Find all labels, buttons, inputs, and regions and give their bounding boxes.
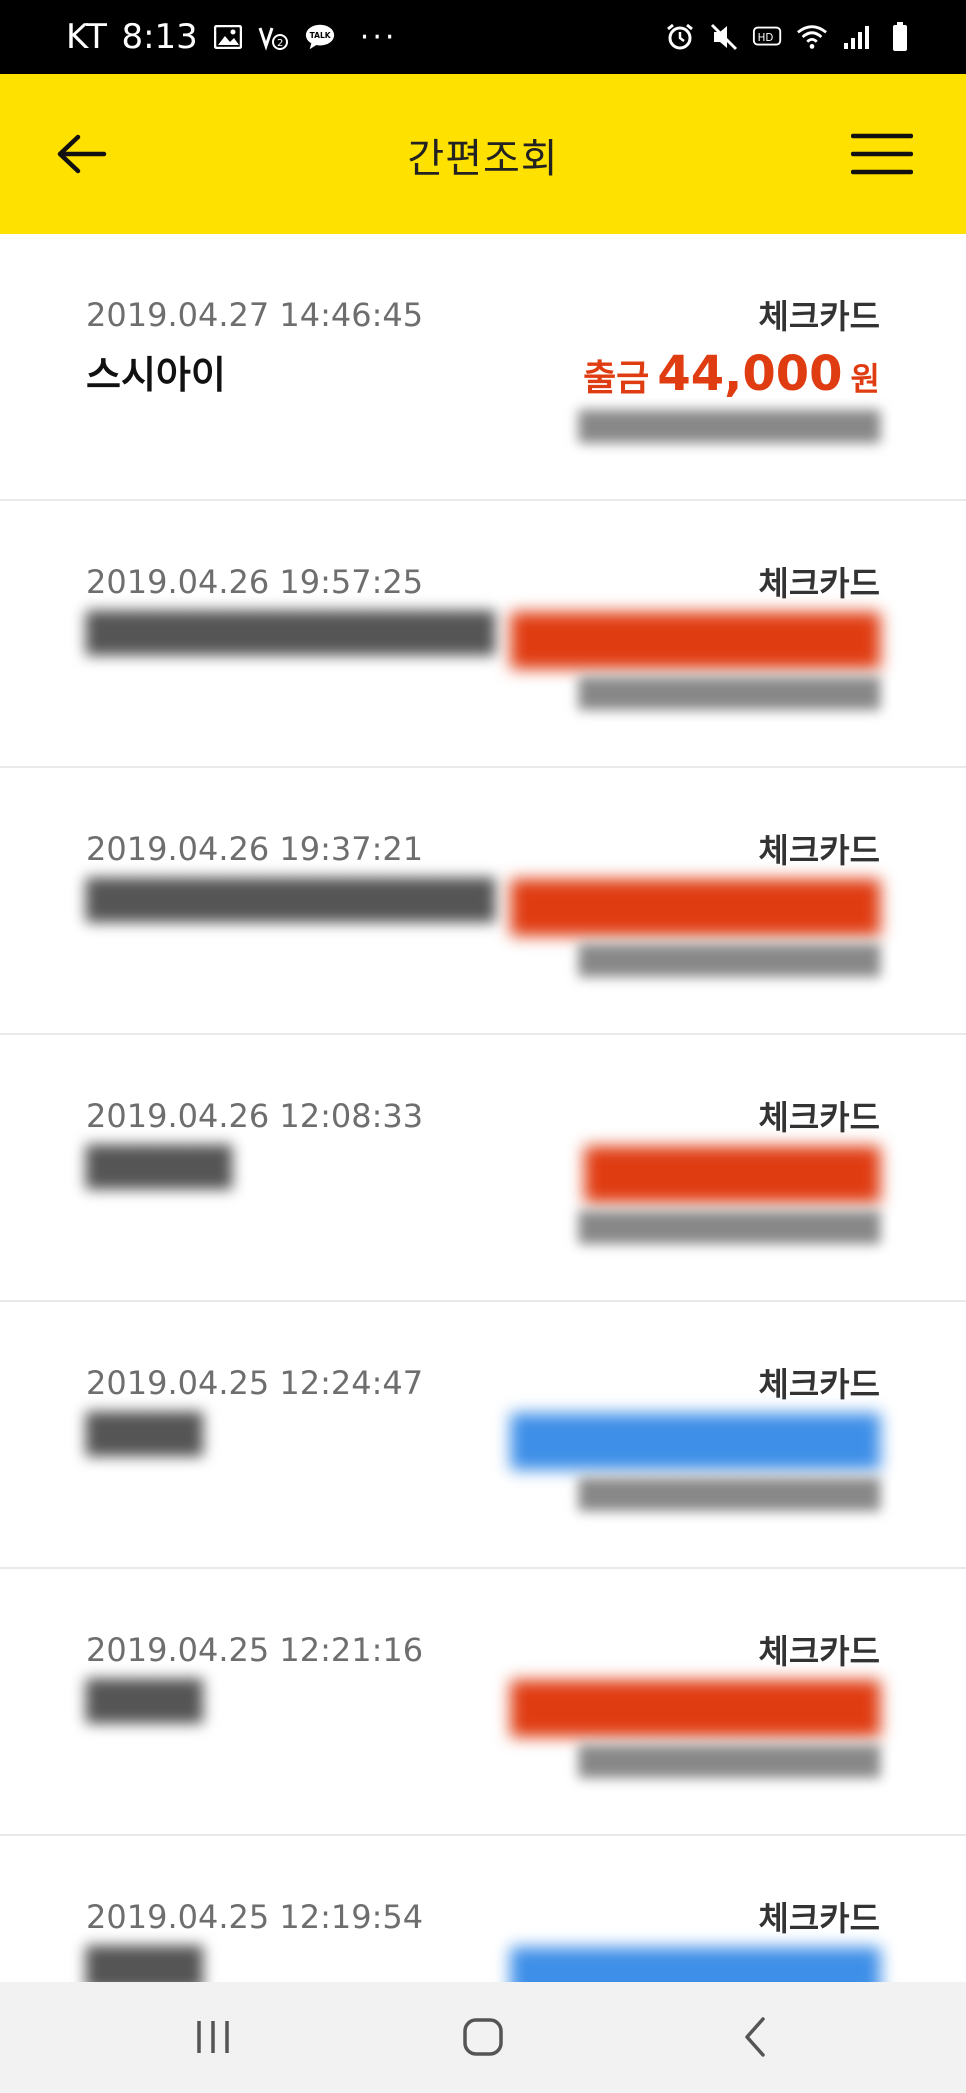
home-icon bbox=[463, 2018, 503, 2056]
balance-redacted: ██████████████ bbox=[578, 944, 880, 977]
back-icon bbox=[745, 2017, 765, 2057]
amount-redacted: ██████████ bbox=[510, 613, 880, 669]
svg-text:HD: HD bbox=[758, 32, 774, 44]
card-type-label: 체크카드 bbox=[758, 831, 880, 870]
signal-icon bbox=[840, 21, 872, 53]
merchant-redacted: ██████████████ bbox=[86, 878, 496, 922]
merchant-redacted: ████ bbox=[86, 1679, 203, 1723]
app-header: 간편조회 bbox=[0, 74, 966, 234]
wifi-icon bbox=[796, 21, 828, 53]
amount-redacted: ████████ bbox=[584, 1147, 880, 1203]
transaction-merchant: 스시아이 bbox=[86, 353, 226, 397]
merchant-redacted: ████ bbox=[86, 1412, 203, 1456]
card-type-label: 체크카드 bbox=[758, 564, 880, 603]
transaction-row[interactable]: 2019.04.26 19:37:21 ██████████████ 체크카드 … bbox=[0, 768, 966, 1035]
mute-icon bbox=[708, 21, 740, 53]
balance-redacted: ██████████████ bbox=[578, 1745, 880, 1778]
amount-redacted: ██████████ bbox=[510, 1414, 880, 1470]
transaction-row[interactable]: 2019.04.25 12:19:54 ████ 체크카드 ██████████… bbox=[0, 1836, 966, 1982]
transaction-date: 2019.04.26 12:08:33 bbox=[86, 1097, 424, 1135]
status-left: KT 8:13 2 TALK ··· bbox=[66, 0, 397, 74]
transaction-date: 2019.04.25 12:21:16 bbox=[86, 1631, 424, 1669]
transaction-kind: 출금 bbox=[583, 358, 650, 399]
gallery-icon bbox=[212, 21, 244, 53]
home-button[interactable] bbox=[438, 2002, 528, 2072]
amount-redacted: ██████████ bbox=[510, 1681, 880, 1737]
svg-text:2: 2 bbox=[277, 38, 283, 49]
battery-icon bbox=[884, 21, 916, 53]
alarm-icon bbox=[664, 21, 696, 53]
balance-redacted: ██████████████ bbox=[578, 410, 880, 443]
vowifi-icon: 2 bbox=[258, 21, 290, 53]
balance-redacted: ██████████████ bbox=[578, 1211, 880, 1244]
svg-text:TALK: TALK bbox=[309, 31, 331, 40]
transaction-row[interactable]: 2019.04.26 12:08:33 █████ 체크카드 ████████ … bbox=[0, 1035, 966, 1302]
amount-value: 44,000 bbox=[657, 346, 843, 402]
card-type-label: 체크카드 bbox=[758, 1098, 880, 1137]
hd-icon: HD bbox=[752, 21, 784, 53]
transaction-date: 2019.04.26 19:57:25 bbox=[86, 563, 424, 601]
transaction-date: 2019.04.25 12:24:47 bbox=[86, 1364, 424, 1402]
recent-apps-icon bbox=[197, 2021, 229, 2053]
card-type-label: 체크카드 bbox=[758, 297, 880, 336]
card-type-label: 체크카드 bbox=[758, 1365, 880, 1404]
transaction-date: 2019.04.26 19:37:21 bbox=[86, 830, 424, 868]
hamburger-menu-icon bbox=[851, 133, 913, 175]
system-nav-bar bbox=[0, 1982, 966, 2093]
amount-redacted: ██████████ bbox=[510, 1948, 880, 1982]
carrier-label: KT bbox=[66, 17, 108, 57]
merchant-redacted: ██████████████ bbox=[86, 611, 496, 655]
transaction-amount: 출금 44,000 원 bbox=[583, 346, 880, 402]
currency-unit: 원 bbox=[850, 360, 880, 398]
menu-button[interactable] bbox=[850, 124, 914, 184]
transaction-list[interactable]: 2019.04.27 14:46:45 스시아이 체크카드 출금 44,000 … bbox=[0, 234, 966, 1982]
clock: 8:13 bbox=[121, 17, 198, 57]
transaction-row[interactable]: 2019.04.27 14:46:45 스시아이 체크카드 출금 44,000 … bbox=[0, 234, 966, 501]
transaction-row[interactable]: 2019.04.25 12:21:16 ████ 체크카드 ██████████… bbox=[0, 1569, 966, 1836]
merchant-redacted: █████ bbox=[86, 1145, 233, 1189]
recent-apps-button[interactable] bbox=[168, 2002, 258, 2072]
merchant-redacted: ████ bbox=[86, 1946, 203, 1982]
card-type-label: 체크카드 bbox=[758, 1899, 880, 1938]
kakaotalk-icon: TALK bbox=[304, 21, 336, 53]
card-type-label: 체크카드 bbox=[758, 1632, 880, 1671]
balance-redacted: ██████████████ bbox=[578, 677, 880, 710]
transaction-date: 2019.04.25 12:19:54 bbox=[86, 1898, 424, 1936]
balance-redacted: ██████████████ bbox=[578, 1478, 880, 1511]
status-right: HD bbox=[664, 0, 916, 74]
more-notifications-indicator: ··· bbox=[359, 19, 398, 55]
amount-redacted: ██████████ bbox=[510, 880, 880, 936]
transaction-row[interactable]: 2019.04.26 19:57:25 ██████████████ 체크카드 … bbox=[0, 501, 966, 768]
page-title: 간편조회 bbox=[407, 136, 559, 182]
transaction-row[interactable]: 2019.04.25 12:24:47 ████ 체크카드 ██████████… bbox=[0, 1302, 966, 1569]
status-bar: KT 8:13 2 TALK ··· HD bbox=[0, 0, 966, 74]
transaction-date: 2019.04.27 14:46:45 bbox=[86, 296, 424, 334]
system-back-button[interactable] bbox=[710, 2002, 800, 2072]
